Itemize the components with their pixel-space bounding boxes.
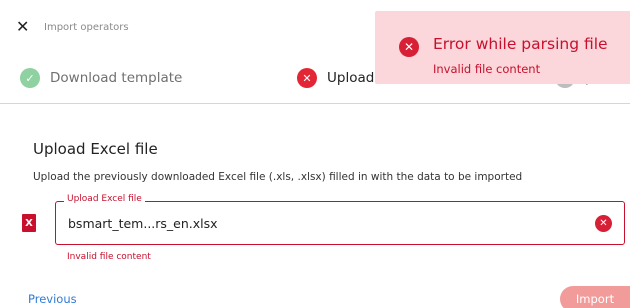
previous-button[interactable]: Previous: [28, 292, 77, 306]
upload-excel-field[interactable]: Upload Excel file ✕: [55, 194, 625, 245]
error-icon: ✕: [297, 68, 317, 88]
field-error-text: Invalid file content: [67, 252, 151, 262]
field-label: Upload Excel file: [64, 194, 145, 204]
step-upload[interactable]: ✕ Upload f: [297, 66, 383, 90]
excel-file-icon: X: [22, 214, 36, 232]
section-description: Upload the previously downloaded Excel f…: [33, 171, 523, 183]
check-icon: ✓: [20, 68, 40, 88]
dialog-title: Import operators: [44, 22, 129, 33]
error-icon: ✕: [399, 37, 419, 57]
step-download-template[interactable]: ✓ Download template: [20, 66, 182, 90]
error-toast: ✕ Error while parsing file Invalid file …: [375, 11, 630, 84]
step-label: Download template: [50, 70, 183, 86]
close-icon[interactable]: ✕: [16, 19, 32, 35]
toast-message: Invalid file content: [433, 62, 541, 76]
toast-title: Error while parsing file: [433, 35, 608, 53]
import-button[interactable]: Import: [560, 286, 630, 308]
section-title: Upload Excel file: [33, 140, 158, 158]
file-name-input[interactable]: [68, 213, 568, 233]
clear-icon[interactable]: ✕: [595, 215, 612, 232]
